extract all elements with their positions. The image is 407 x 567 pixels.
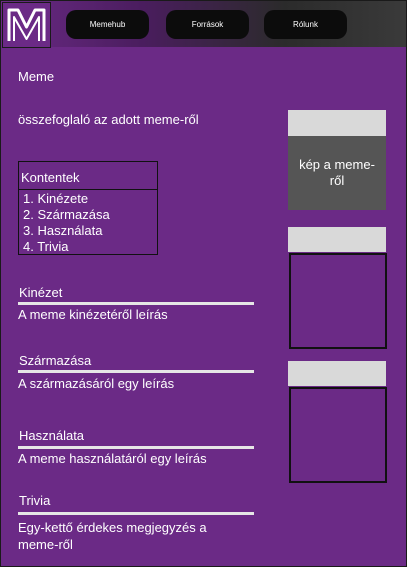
header-bar: Memehub Források Rólunk: [1, 1, 406, 48]
nav-button-rolunk[interactable]: Rólunk: [264, 10, 347, 39]
image-label-line2: ről: [329, 173, 345, 188]
nav-button-label: Források: [191, 20, 224, 29]
image-label-line1: kép a meme-: [299, 157, 375, 172]
section-divider: [18, 370, 254, 373]
page-title: Meme: [18, 69, 55, 84]
section-body-kinezet: A meme kinézetéről leírás: [18, 307, 168, 322]
nav-button-forrasok[interactable]: Források: [166, 10, 249, 39]
meme-image-placeholder: kép a meme- ről: [288, 136, 386, 210]
section-body-trivia-line2: meme-ről: [18, 537, 73, 552]
section-heading-trivia: Trivia: [19, 493, 51, 508]
section-divider: [18, 512, 254, 515]
section-divider: [18, 302, 254, 305]
nav-button-label: Memehub: [89, 20, 126, 29]
toc-item-szarmazasa[interactable]: 2. Származása: [23, 207, 110, 223]
toc-item-trivia[interactable]: 4. Trivia: [23, 239, 69, 255]
image-caption-bar: [288, 227, 386, 252]
nav-button-label: Rólunk: [293, 20, 318, 29]
section-heading-hasznalata: Használata: [19, 428, 85, 443]
section-body-szarmazasa: A származásáról egy leírás: [18, 376, 175, 391]
meme-summary: összefoglaló az adott meme-ről: [18, 112, 199, 127]
section-body-trivia-line1: Egy-kettő érdekes megjegyzés a: [18, 520, 207, 535]
toc-item-hasznalata[interactable]: 3. Használata: [23, 223, 103, 239]
page: Memehub Források Rólunk Meme összefoglal…: [0, 0, 407, 567]
section-heading-szarmazasa: Származása: [19, 353, 92, 368]
section-divider: [18, 446, 254, 449]
logo-icon[interactable]: [2, 2, 51, 48]
section-body-hasznalata: A meme használatáról egy leírás: [18, 451, 207, 466]
image-caption-bar: [288, 110, 386, 136]
image-caption-bar: [288, 361, 386, 386]
toc-header: Kontentek: [18, 161, 158, 190]
toc-heading: Kontentek: [21, 170, 80, 185]
image-frame: [289, 387, 387, 483]
toc-item-kinezete[interactable]: 1. Kinézete: [23, 191, 88, 207]
image-frame: [289, 253, 387, 349]
nav-button-memehub[interactable]: Memehub: [66, 10, 149, 39]
section-heading-kinezet: Kinézet: [19, 285, 63, 300]
toc-list: 1. Kinézete 2. Származása 3. Használata …: [18, 189, 158, 255]
